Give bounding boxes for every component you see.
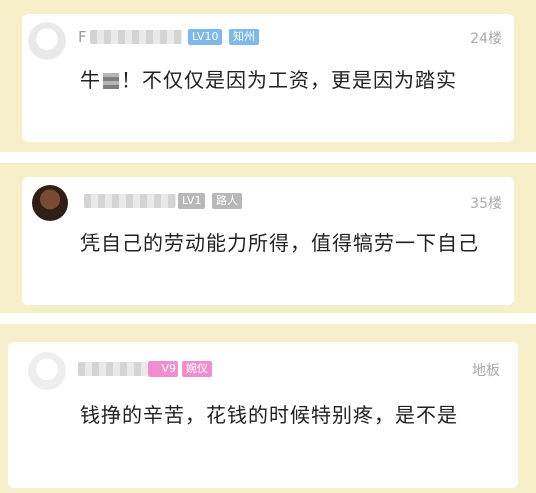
comment-panel-1: F LV10 知州 24楼 牛 ！不仅仅是因为工资，更是因为踏实 bbox=[0, 0, 536, 152]
comment-card: F LV10 知州 24楼 牛 ！不仅仅是因为工资，更是因为踏实 bbox=[22, 14, 514, 142]
level-badge: LV1 bbox=[178, 193, 206, 209]
avatar[interactable] bbox=[32, 185, 68, 221]
avatar[interactable] bbox=[28, 352, 66, 390]
username-prefix[interactable]: F bbox=[78, 28, 87, 46]
comment-text-part: ！不仅仅是因为工资，更是因为踏实 bbox=[121, 68, 457, 92]
title-badge: 路人 bbox=[212, 193, 242, 209]
title-badge: 婉仪 bbox=[182, 361, 212, 377]
floor-number: 24楼 bbox=[470, 31, 502, 47]
comment-panel-2: LV1 路人 35楼 凭自己的劳动能力所得，值得犒劳一下自己 bbox=[0, 163, 536, 313]
floor-number: 35楼 bbox=[470, 196, 502, 212]
censored-character bbox=[103, 73, 119, 89]
level-badge: V9 bbox=[148, 361, 178, 377]
floor-number: 地板 bbox=[472, 363, 500, 379]
comment-text: 钱挣的辛苦，花钱的时候特别疼，是不是 bbox=[80, 403, 458, 427]
comment-text: 凭自己的劳动能力所得，值得犒劳一下自己 bbox=[80, 231, 479, 255]
title-badge: 知州 bbox=[229, 29, 259, 45]
comment-card: V9 婉仪 地板 钱挣的辛苦，花钱的时候特别疼，是不是 bbox=[8, 342, 518, 488]
username-blurred[interactable] bbox=[90, 30, 182, 44]
comment-text: 牛 ！不仅仅是因为工资，更是因为踏实 bbox=[80, 62, 480, 98]
username-blurred[interactable] bbox=[78, 362, 148, 376]
comment-panel-3: V9 婉仪 地板 钱挣的辛苦，花钱的时候特别疼，是不是 bbox=[0, 324, 536, 493]
level-badge: LV10 bbox=[188, 29, 223, 45]
username-blurred[interactable] bbox=[84, 194, 176, 208]
avatar[interactable] bbox=[28, 22, 66, 60]
comment-text-part: 牛 bbox=[80, 68, 101, 92]
comment-card: LV1 路人 35楼 凭自己的劳动能力所得，值得犒劳一下自己 bbox=[22, 177, 514, 305]
